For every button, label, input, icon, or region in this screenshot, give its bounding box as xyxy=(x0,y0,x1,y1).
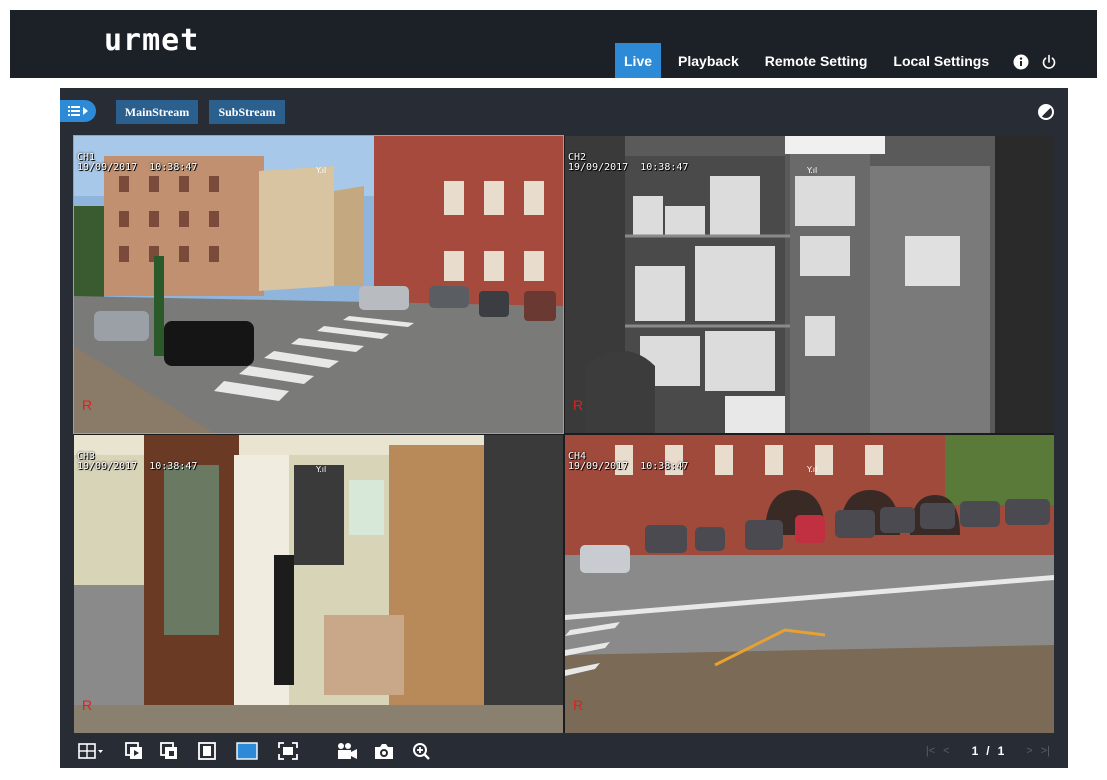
camera-feed-storage xyxy=(565,136,1054,433)
signal-icon: Y.ıl xyxy=(807,465,818,474)
ch2-recording-indicator: R xyxy=(573,397,584,413)
layout-grid-icon[interactable] xyxy=(78,742,104,760)
first-page-icon[interactable]: |< xyxy=(926,745,935,757)
power-icon[interactable] xyxy=(1041,54,1057,70)
total-pages: 1 xyxy=(997,744,1005,758)
signal-icon: Y.ıl xyxy=(807,166,818,175)
video-tile-ch1[interactable]: CH1 19/09/2017 10:38:47 Y.ıl R xyxy=(73,135,564,434)
live-control-toolbar: |< < 1 / 1 > >| xyxy=(60,734,1068,768)
ch3-osd: CH3 19/09/2017 10:38:47 xyxy=(77,452,197,472)
nav-tab-remote-setting[interactable]: Remote Setting xyxy=(752,43,881,78)
next-page-icon[interactable]: > xyxy=(1026,745,1032,757)
ch1-recording-indicator: R xyxy=(82,397,93,413)
last-page-icon[interactable]: >| xyxy=(1041,745,1050,757)
previous-page-icon[interactable]: < xyxy=(943,745,949,757)
ch3-datetime: 19/09/2017 10:38:47 xyxy=(77,461,198,472)
record-icon[interactable] xyxy=(336,742,358,760)
nav-tab-local-settings[interactable]: Local Settings xyxy=(880,43,1002,78)
ch1-osd: CH1 19/09/2017 10:38:47 xyxy=(77,153,197,173)
previous-group-icon[interactable] xyxy=(125,742,143,760)
signal-icon: Y.ıl xyxy=(316,465,327,474)
video-tile-ch4[interactable]: CH4 19/09/2017 10:38:47 Y.ıl R xyxy=(565,435,1054,733)
page-separator: / xyxy=(986,744,990,758)
camera-feed-parking xyxy=(565,435,1054,733)
snapshot-icon[interactable] xyxy=(374,742,394,760)
next-group-icon[interactable] xyxy=(160,742,178,760)
nav-tab-playback[interactable]: Playback xyxy=(665,43,752,78)
ch2-osd: CH2 19/09/2017 10:38:47 xyxy=(568,153,688,173)
stream-toolbar: MainStream SubStream xyxy=(60,100,1068,124)
sub-stream-button[interactable]: SubStream xyxy=(209,100,285,124)
signal-icon: Y.ıl xyxy=(316,166,327,175)
chevron-right-icon xyxy=(83,107,88,115)
brand-logo: urmet xyxy=(104,23,200,58)
video-tile-ch2[interactable]: CH2 19/09/2017 10:38:47 Y.ıl R xyxy=(565,136,1054,433)
fullscreen-icon[interactable] xyxy=(278,742,298,760)
aspect-ratio-icon[interactable] xyxy=(236,742,258,760)
main-nav: Live Playback Remote Setting Local Setti… xyxy=(615,43,1002,78)
nav-tab-live[interactable]: Live xyxy=(615,43,662,78)
info-icon[interactable] xyxy=(1013,54,1029,70)
top-header: urmet Live Playback Remote Setting Local… xyxy=(10,10,1097,78)
live-view-panel: MainStream SubStream CH1 19/09/2017 10:3… xyxy=(60,88,1068,768)
video-tile-ch3[interactable]: CH3 19/09/2017 10:38:47 Y.ıl R xyxy=(74,435,563,733)
zoom-icon[interactable] xyxy=(412,742,432,760)
channel-list-toggle[interactable] xyxy=(60,100,96,122)
list-icon xyxy=(68,106,80,116)
ch4-datetime: 19/09/2017 10:38:47 xyxy=(568,461,689,472)
video-grid: CH1 19/09/2017 10:38:47 Y.ıl R CH2 19/09… xyxy=(73,135,1054,733)
ch4-recording-indicator: R xyxy=(573,697,584,713)
camera-feed-street xyxy=(74,136,563,433)
current-page: 1 xyxy=(971,744,979,758)
main-stream-button[interactable]: MainStream xyxy=(116,100,198,124)
contrast-icon[interactable] xyxy=(1038,104,1054,120)
single-view-icon[interactable] xyxy=(198,742,216,760)
ch1-datetime: 19/09/2017 10:38:47 xyxy=(77,162,198,173)
ch4-osd: CH4 19/09/2017 10:38:47 xyxy=(568,452,688,472)
ch3-recording-indicator: R xyxy=(82,697,93,713)
page-navigator: |< < 1 / 1 > >| xyxy=(926,744,1050,758)
camera-feed-office xyxy=(74,435,563,733)
ch2-datetime: 19/09/2017 10:38:47 xyxy=(568,162,689,173)
